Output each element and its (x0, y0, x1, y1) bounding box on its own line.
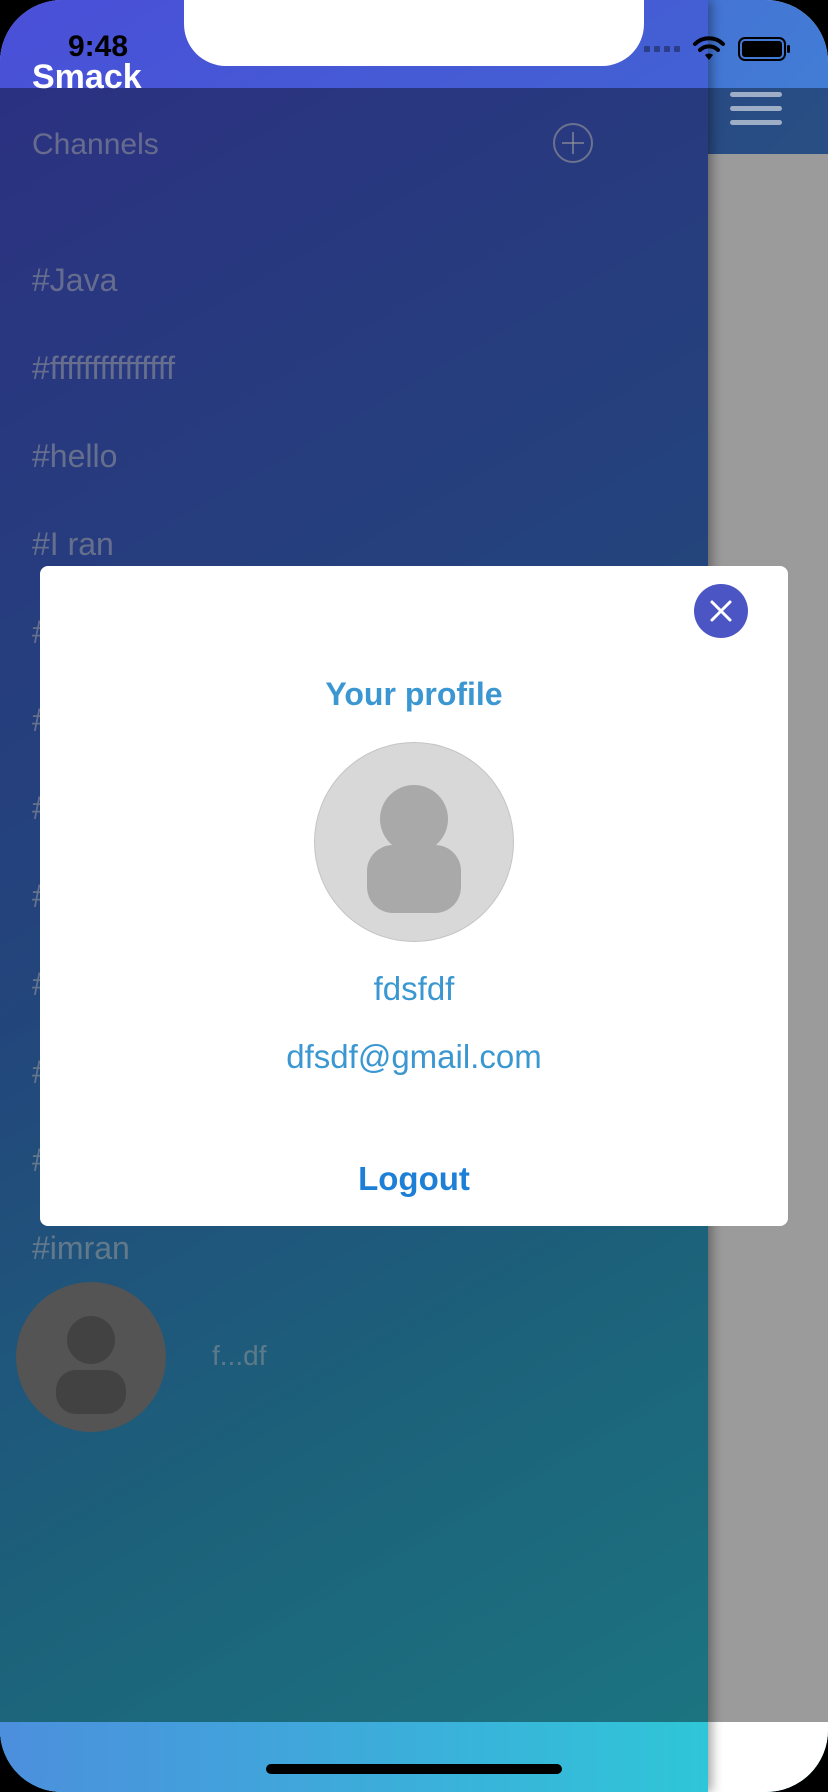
phone-screen: Channels #Java #fffffffffffffff #hello #… (0, 0, 828, 1792)
profile-modal: Your profile fdsfdf dfsdf@gmail.com Logo… (40, 566, 788, 1226)
battery-icon (738, 37, 790, 61)
modal-title: Your profile (325, 676, 503, 712)
user-silhouette-icon (367, 785, 461, 913)
profile-name: fdsfdf (373, 970, 455, 1007)
wifi-icon (693, 36, 725, 60)
logout-button[interactable]: Logout (40, 1160, 788, 1198)
device-notch (184, 0, 644, 66)
main-bottom-area (708, 1722, 828, 1792)
hamburger-menu-icon[interactable] (730, 92, 782, 132)
close-icon (710, 600, 732, 622)
home-indicator (266, 1764, 562, 1774)
cellular-signal-icon (644, 46, 680, 52)
drawer-bottom-bar (0, 1722, 708, 1792)
profile-avatar (314, 742, 514, 942)
profile-email: dfsdf@gmail.com (286, 1038, 542, 1075)
status-icons (644, 36, 792, 62)
close-button[interactable] (694, 584, 748, 638)
app-title: Smack (32, 58, 142, 96)
